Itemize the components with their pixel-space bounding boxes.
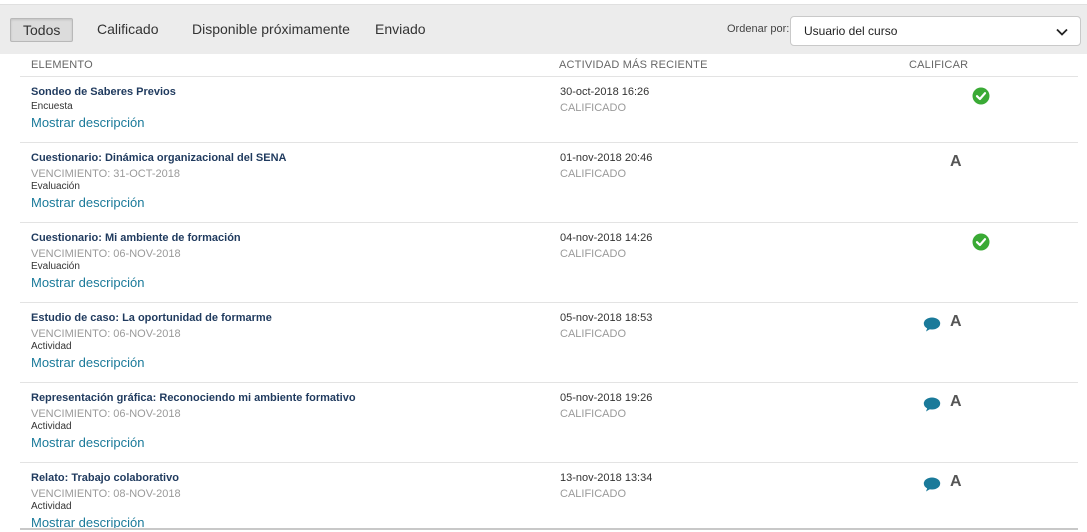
activity-date: 04-nov-2018 14:26 (560, 232, 653, 244)
divider (20, 142, 1078, 143)
check-circle-icon (972, 87, 990, 105)
divider (20, 528, 1078, 530)
item-type: Evaluación (31, 181, 80, 192)
show-description-link[interactable]: Mostrar descripción (31, 115, 144, 130)
activity-date: 05-nov-2018 18:53 (560, 312, 653, 324)
show-description-link[interactable]: Mostrar descripción (31, 275, 144, 290)
tab-calificado[interactable]: Calificado (97, 18, 158, 42)
activity-status: CALIFICADO (560, 248, 627, 260)
tab-enviado[interactable]: Enviado (375, 18, 426, 42)
activity-status: CALIFICADO (560, 408, 627, 420)
item-due-date: VENCIMIENTO: 06-NOV-2018 (31, 328, 181, 340)
activity-date: 01-nov-2018 20:46 (560, 152, 653, 164)
show-description-link[interactable]: Mostrar descripción (31, 355, 144, 370)
activity-date: 13-nov-2018 13:34 (560, 472, 653, 484)
item-type: Actividad (31, 501, 72, 512)
item-type: Actividad (31, 341, 72, 352)
sort-select[interactable]: Usuario del curso (790, 16, 1081, 46)
divider (20, 462, 1078, 463)
sort-label: Ordenar por: (727, 23, 790, 35)
grade-value: A (950, 313, 962, 330)
activity-status: CALIFICADO (560, 102, 627, 114)
column-header-item: ELEMENTO (31, 59, 93, 71)
comment-icon[interactable] (923, 477, 941, 492)
divider (20, 382, 1078, 383)
item-due-date: VENCIMIENTO: 06-NOV-2018 (31, 408, 181, 420)
column-header-activity: ACTIVIDAD MÁS RECIENTE (559, 59, 708, 71)
activity-status: CALIFICADO (560, 168, 627, 180)
show-description-link[interactable]: Mostrar descripción (31, 195, 144, 210)
item-title[interactable]: Estudio de caso: La oportunidad de forma… (31, 312, 272, 324)
activity-date: 05-nov-2018 19:26 (560, 392, 653, 404)
chevron-down-icon (1056, 28, 1068, 36)
item-type: Actividad (31, 421, 72, 432)
item-type: Encuesta (31, 101, 73, 112)
activity-status: CALIFICADO (560, 328, 627, 340)
item-title[interactable]: Representación gráfica: Reconociendo mi … (31, 392, 356, 404)
check-circle-icon (972, 233, 990, 251)
grade-value: A (950, 473, 962, 490)
show-description-link[interactable]: Mostrar descripción (31, 435, 144, 450)
filter-bar: Todos Calificado Disponible próximamente… (0, 4, 1087, 54)
divider (20, 302, 1078, 303)
item-due-date: VENCIMIENTO: 08-NOV-2018 (31, 488, 181, 500)
activity-date: 30-oct-2018 16:26 (560, 86, 650, 98)
item-title[interactable]: Sondeo de Saberes Previos (31, 86, 176, 98)
tab-disponible-proximamente[interactable]: Disponible próximamente (192, 18, 350, 42)
item-title[interactable]: Cuestionario: Dinámica organizacional de… (31, 152, 287, 164)
divider (20, 76, 1078, 77)
sort-select-value: Usuario del curso (804, 24, 898, 38)
tab-todos[interactable]: Todos (10, 18, 74, 42)
item-title[interactable]: Cuestionario: Mi ambiente de formación (31, 232, 241, 244)
divider (20, 222, 1078, 223)
item-type: Evaluación (31, 261, 80, 272)
comment-icon[interactable] (923, 317, 941, 332)
activity-status: CALIFICADO (560, 488, 627, 500)
column-header-grade: CALIFICAR (909, 59, 969, 71)
comment-icon[interactable] (923, 397, 941, 412)
grade-value: A (950, 393, 962, 410)
item-due-date: VENCIMIENTO: 06-NOV-2018 (31, 248, 181, 260)
grade-value: A (950, 153, 962, 170)
item-title[interactable]: Relato: Trabajo colaborativo (31, 472, 179, 484)
item-due-date: VENCIMIENTO: 31-OCT-2018 (31, 168, 180, 180)
